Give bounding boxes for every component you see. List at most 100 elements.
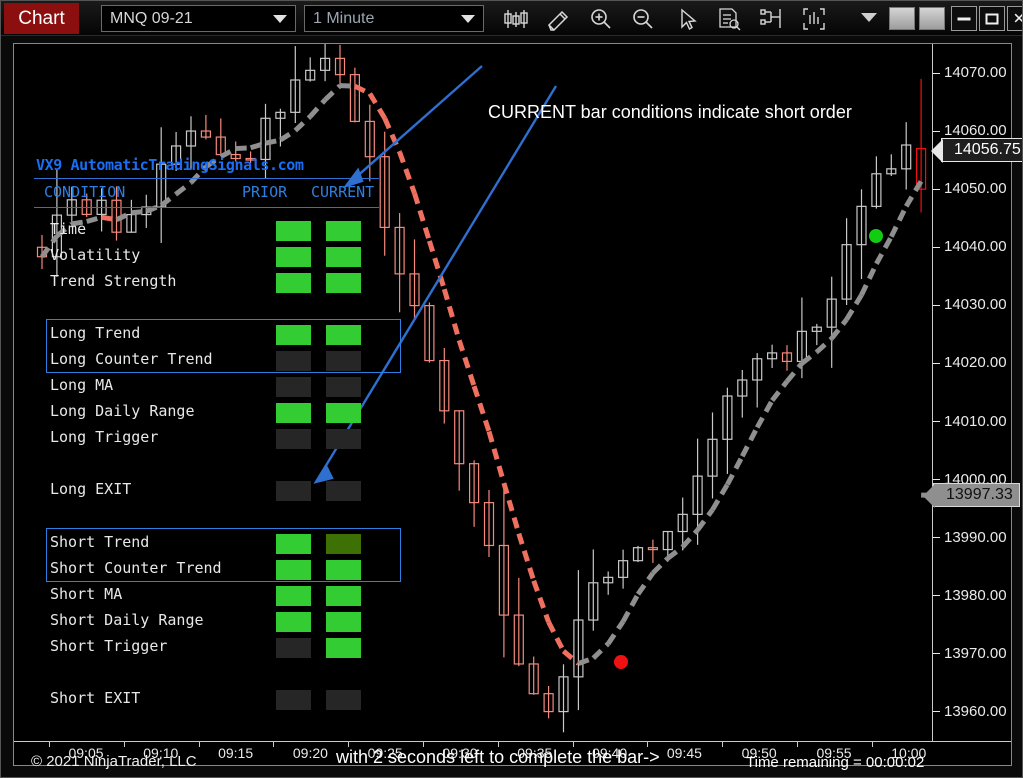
maximize-button[interactable]	[979, 6, 1005, 31]
condition-label: Long Trigger	[50, 428, 159, 446]
marker-nib	[923, 484, 935, 509]
prior-indicator	[276, 481, 311, 501]
trend-ma-segment	[235, 145, 251, 152]
panel-rule-bottom	[34, 207, 379, 208]
trend-ma-segment	[815, 336, 834, 354]
time-tick-separator	[273, 742, 275, 747]
trend-ma-segment	[620, 593, 641, 623]
current-indicator	[326, 377, 361, 397]
trend-ma-segment	[353, 83, 371, 96]
time-tick-separator	[722, 742, 724, 747]
bar-analysis-icon[interactable]	[797, 6, 831, 32]
trend-ma-segment	[904, 179, 924, 208]
prior-indicator	[276, 429, 311, 449]
time-tick-separator	[49, 742, 50, 747]
current-indicator	[326, 247, 361, 267]
trend-ma-segment	[829, 317, 849, 340]
current-indicator	[326, 403, 361, 423]
condition-label: Short EXIT	[50, 689, 141, 707]
trend-ma-segment	[293, 114, 312, 133]
current-indicator	[326, 221, 361, 241]
price-tick-label: 14050.00	[944, 180, 1007, 198]
price-tick: 13990.00	[933, 529, 1007, 546]
condition-label: Long EXIT	[50, 480, 132, 498]
price-tick-label: 14010.00	[944, 412, 1007, 430]
trend-ma-segment	[651, 556, 670, 575]
header-current: CURRENT	[311, 183, 375, 201]
condition-row: Trend Strength	[28, 270, 388, 296]
chart-frame: 14070.00 14060.00 14050.00 14040.00 14030.00…	[13, 43, 1022, 771]
panel-header-row: CONDITION PRIOR CURRENT	[28, 183, 388, 205]
symbol-selector[interactable]: MNQ 09-21	[101, 5, 296, 32]
prior-indicator	[276, 247, 311, 267]
condition-row: Short EXIT	[28, 687, 388, 713]
condition-row: Short Daily Range	[28, 609, 388, 635]
header-condition: CONDITION	[44, 183, 126, 201]
ninjatrader-chart-window: Chart MNQ 09-21 1 Minute 14070.00 14060.…	[0, 0, 1023, 778]
close-icon: ✕	[1013, 11, 1022, 26]
trend-ma-segment	[323, 83, 342, 102]
price-tick-label: 14040.00	[944, 238, 1007, 256]
trend-ma-segment	[859, 262, 879, 297]
trend-ma-segment	[441, 288, 462, 342]
trend-ma-segment	[725, 455, 745, 486]
long-trend-highlight	[46, 319, 401, 373]
toolbar-overflow-chevron-icon[interactable]	[861, 13, 877, 22]
price-tick-label: 14030.00	[944, 296, 1007, 314]
time-tick-separator	[198, 742, 200, 747]
trend-ma-segment	[800, 349, 819, 366]
trend-ma-segment	[412, 192, 432, 242]
condition-row: Long MA	[28, 374, 388, 400]
condition-row: Short Trigger	[28, 635, 388, 661]
time-tick-label: 09:45	[666, 745, 702, 761]
buy-signal-dot	[869, 229, 883, 243]
marker-label: 14056.75	[954, 141, 1021, 158]
trend-ma-segment	[339, 83, 355, 89]
title-bar: Chart MNQ 09-21 1 Minute	[1, 1, 1022, 36]
cursor-icon[interactable]	[669, 6, 703, 32]
panel-brand-label: VX9 AutomaticTradingSignals.com	[36, 156, 304, 174]
current-indicator	[326, 429, 361, 449]
prior-indicator	[276, 403, 311, 423]
indicator-tree-icon[interactable]	[754, 6, 788, 32]
chevron-down-icon	[461, 15, 475, 23]
color-swatch-button-1[interactable]	[889, 7, 915, 30]
sell-signal-dot	[614, 655, 628, 669]
time-tick-separator	[123, 742, 125, 747]
price-tick-label: 13990.00	[944, 528, 1007, 546]
trend-ma-segment	[397, 151, 417, 195]
trend-ma-segment	[264, 137, 281, 146]
current-indicator	[326, 273, 361, 293]
trend-ma-segment	[666, 544, 685, 561]
chart-tab[interactable]: Chart	[4, 3, 79, 34]
candlestick-icon[interactable]	[499, 6, 533, 32]
zoom-in-icon[interactable]	[584, 6, 618, 32]
condition-row: Long Trigger	[28, 426, 388, 452]
color-swatch-button-2[interactable]	[919, 7, 945, 30]
price-axis[interactable]: 14070.00 14060.00 14050.00 14040.00 14030.00…	[923, 44, 1022, 741]
trend-ma-segment	[486, 430, 507, 484]
condition-row: Long EXIT	[28, 478, 388, 504]
trend-ma-segment	[531, 579, 551, 623]
trend-ma-segment	[695, 508, 715, 532]
trend-ma-segment	[367, 92, 387, 120]
condition-row: Volatility	[28, 244, 388, 270]
close-button[interactable]: ✕	[1007, 6, 1022, 31]
price-tick-label: 13970.00	[944, 644, 1007, 662]
condition-row: Time	[28, 218, 388, 244]
zoom-out-icon[interactable]	[626, 6, 660, 32]
price-tick: 14040.00	[933, 238, 1007, 255]
time-tick-label: 09:20	[292, 745, 328, 761]
timeframe-selector[interactable]: 1 Minute	[304, 5, 484, 32]
price-tick: 14020.00	[933, 354, 1007, 371]
minimize-button[interactable]	[951, 6, 977, 31]
condition-label: Short Trigger	[50, 637, 168, 655]
ma-price-marker: 13997.33	[923, 483, 1020, 509]
price-tick-label: 13980.00	[944, 586, 1007, 604]
data-box-icon[interactable]	[711, 6, 745, 32]
price-tick: 14070.00	[933, 64, 1007, 81]
copyright-label: © 2021 NinjaTrader, LLC	[31, 753, 197, 770]
pencil-icon[interactable]	[541, 6, 575, 32]
price-tick-label: 13960.00	[944, 702, 1007, 720]
condition-label: Short MA	[50, 585, 123, 603]
